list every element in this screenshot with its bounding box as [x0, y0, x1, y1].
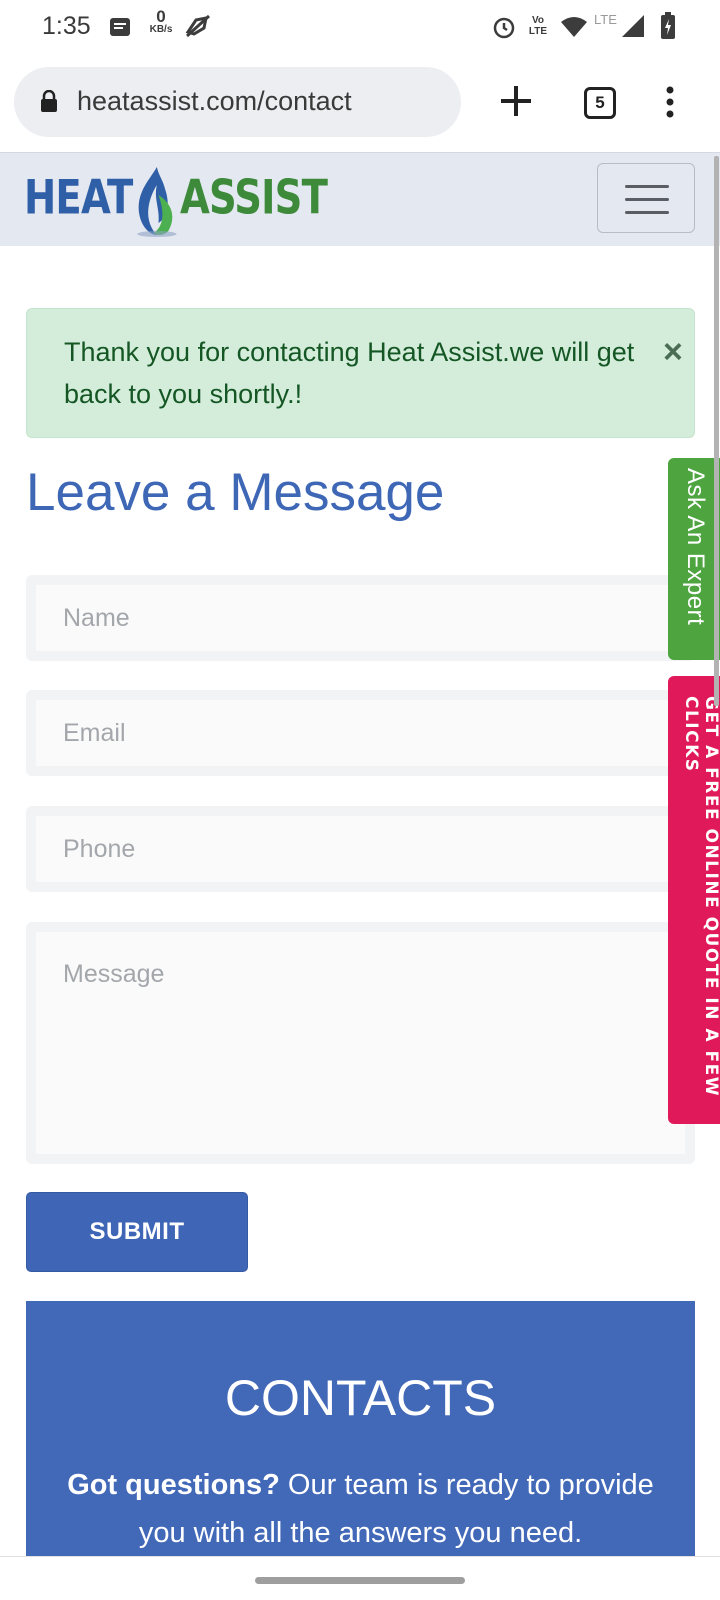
alarm-icon	[493, 17, 515, 39]
close-icon[interactable]: ×	[663, 335, 683, 369]
volte-indicator: Vo LTE	[528, 15, 548, 37]
notification-icon	[110, 18, 130, 36]
wifi-icon	[561, 17, 587, 37]
net-speed-value: 0	[156, 7, 166, 26]
hamburger-menu-button[interactable]	[597, 163, 695, 233]
home-gesture-handle[interactable]	[255, 1577, 465, 1584]
battery-icon	[661, 12, 675, 39]
lte-indicator: LTE	[594, 12, 617, 27]
url-text[interactable]: heatassist.com/contact	[77, 86, 352, 117]
phone-field-wrapper	[26, 806, 695, 892]
tabs-icon[interactable]: 5	[584, 87, 616, 119]
phone-field[interactable]	[36, 816, 685, 882]
success-alert: Thank you for contacting Heat Assist.we …	[26, 308, 695, 438]
name-field-wrapper	[26, 575, 695, 661]
contacts-description: Got questions? Our team is ready to prov…	[46, 1461, 675, 1557]
no-sim-icon	[185, 14, 211, 38]
hamburger-icon	[625, 185, 669, 188]
message-field-wrapper	[26, 922, 695, 1164]
logo-wordmark: HEAT ASSIST	[24, 165, 328, 237]
browser-toolbar: heatassist.com/contact 5	[0, 54, 720, 152]
alert-message: Thank you for contacting Heat Assist.we …	[64, 337, 635, 409]
net-speed: 0 KB/s	[146, 7, 176, 36]
email-field[interactable]	[36, 700, 685, 766]
status-time: 1:35	[42, 12, 91, 40]
page-title: Leave a Message	[26, 463, 445, 522]
page-scrollbar[interactable]	[714, 156, 719, 706]
logo-heat: HEAT	[24, 170, 133, 226]
free-quote-label: GET A FREE ONLINE QUOTE IN A FEW CLICKS	[681, 696, 720, 1097]
contacts-title: CONTACTS	[224, 1370, 497, 1426]
submit-button[interactable]: SUBMIT	[26, 1192, 248, 1272]
hamburger-icon-line	[625, 198, 669, 201]
hamburger-icon-line	[625, 211, 669, 214]
email-field-wrapper	[26, 690, 695, 776]
logo-assist: ASSIST	[179, 170, 328, 226]
heat-assist-logo[interactable]: HEAT ASSIST	[24, 163, 394, 239]
signal-icon	[622, 15, 644, 37]
message-field[interactable]	[36, 932, 685, 1154]
more-vert-icon[interactable]	[664, 86, 676, 118]
net-speed-unit: KB/s	[149, 24, 173, 35]
status-bar: 1:35 0 KB/s Vo LTE LTE	[0, 0, 720, 54]
lock-icon	[41, 90, 57, 112]
system-nav-bar	[0, 1556, 720, 1600]
free-quote-tab[interactable]: GET A FREE ONLINE QUOTE IN A FEW CLICKS	[668, 676, 720, 1124]
plus-icon[interactable]	[500, 85, 532, 117]
contacts-lead: Got questions?	[67, 1469, 280, 1501]
site-header: HEAT ASSIST	[0, 152, 720, 246]
ask-an-expert-label: Ask An Expert	[682, 468, 709, 626]
name-field[interactable]	[36, 585, 685, 651]
ask-an-expert-tab[interactable]: Ask An Expert	[668, 458, 720, 660]
flame-icon	[137, 167, 177, 237]
